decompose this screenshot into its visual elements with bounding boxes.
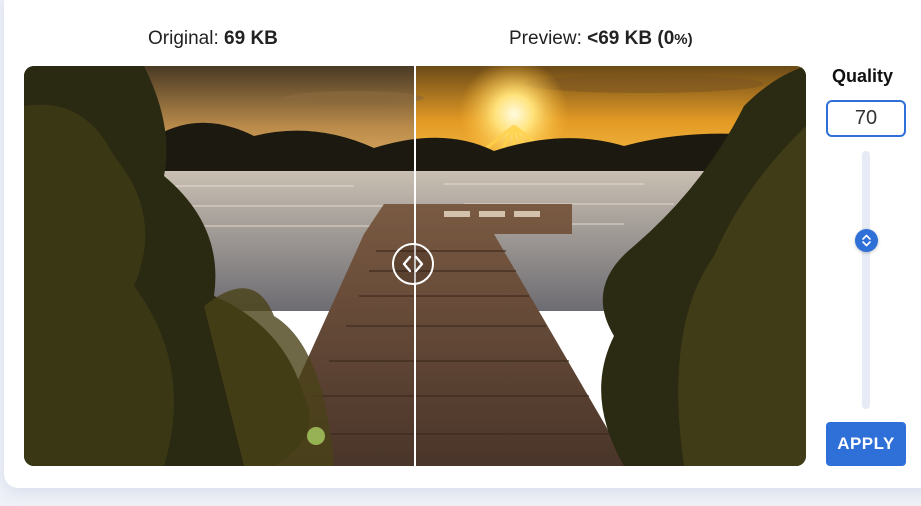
original-size-label: Original: 69 KB <box>148 28 278 50</box>
chevron-left-right-icon[interactable] <box>392 243 434 285</box>
original-size-caption: Original: <box>148 28 219 49</box>
preview-size-caption: Preview: <box>509 28 582 49</box>
quality-label: Quality <box>832 66 894 86</box>
apply-button[interactable]: APPLY <box>826 422 906 466</box>
chevron-up-down-icon[interactable] <box>855 229 878 252</box>
original-size-value: 69 KB <box>224 28 278 49</box>
preview-size-percent: %) <box>674 31 693 48</box>
preview-size-label: Preview: <69 KB (0%) <box>509 28 693 50</box>
preview-size-value: <69 KB (0 <box>587 28 675 49</box>
quality-input[interactable] <box>826 100 906 137</box>
quality-slider-track[interactable] <box>862 151 870 409</box>
